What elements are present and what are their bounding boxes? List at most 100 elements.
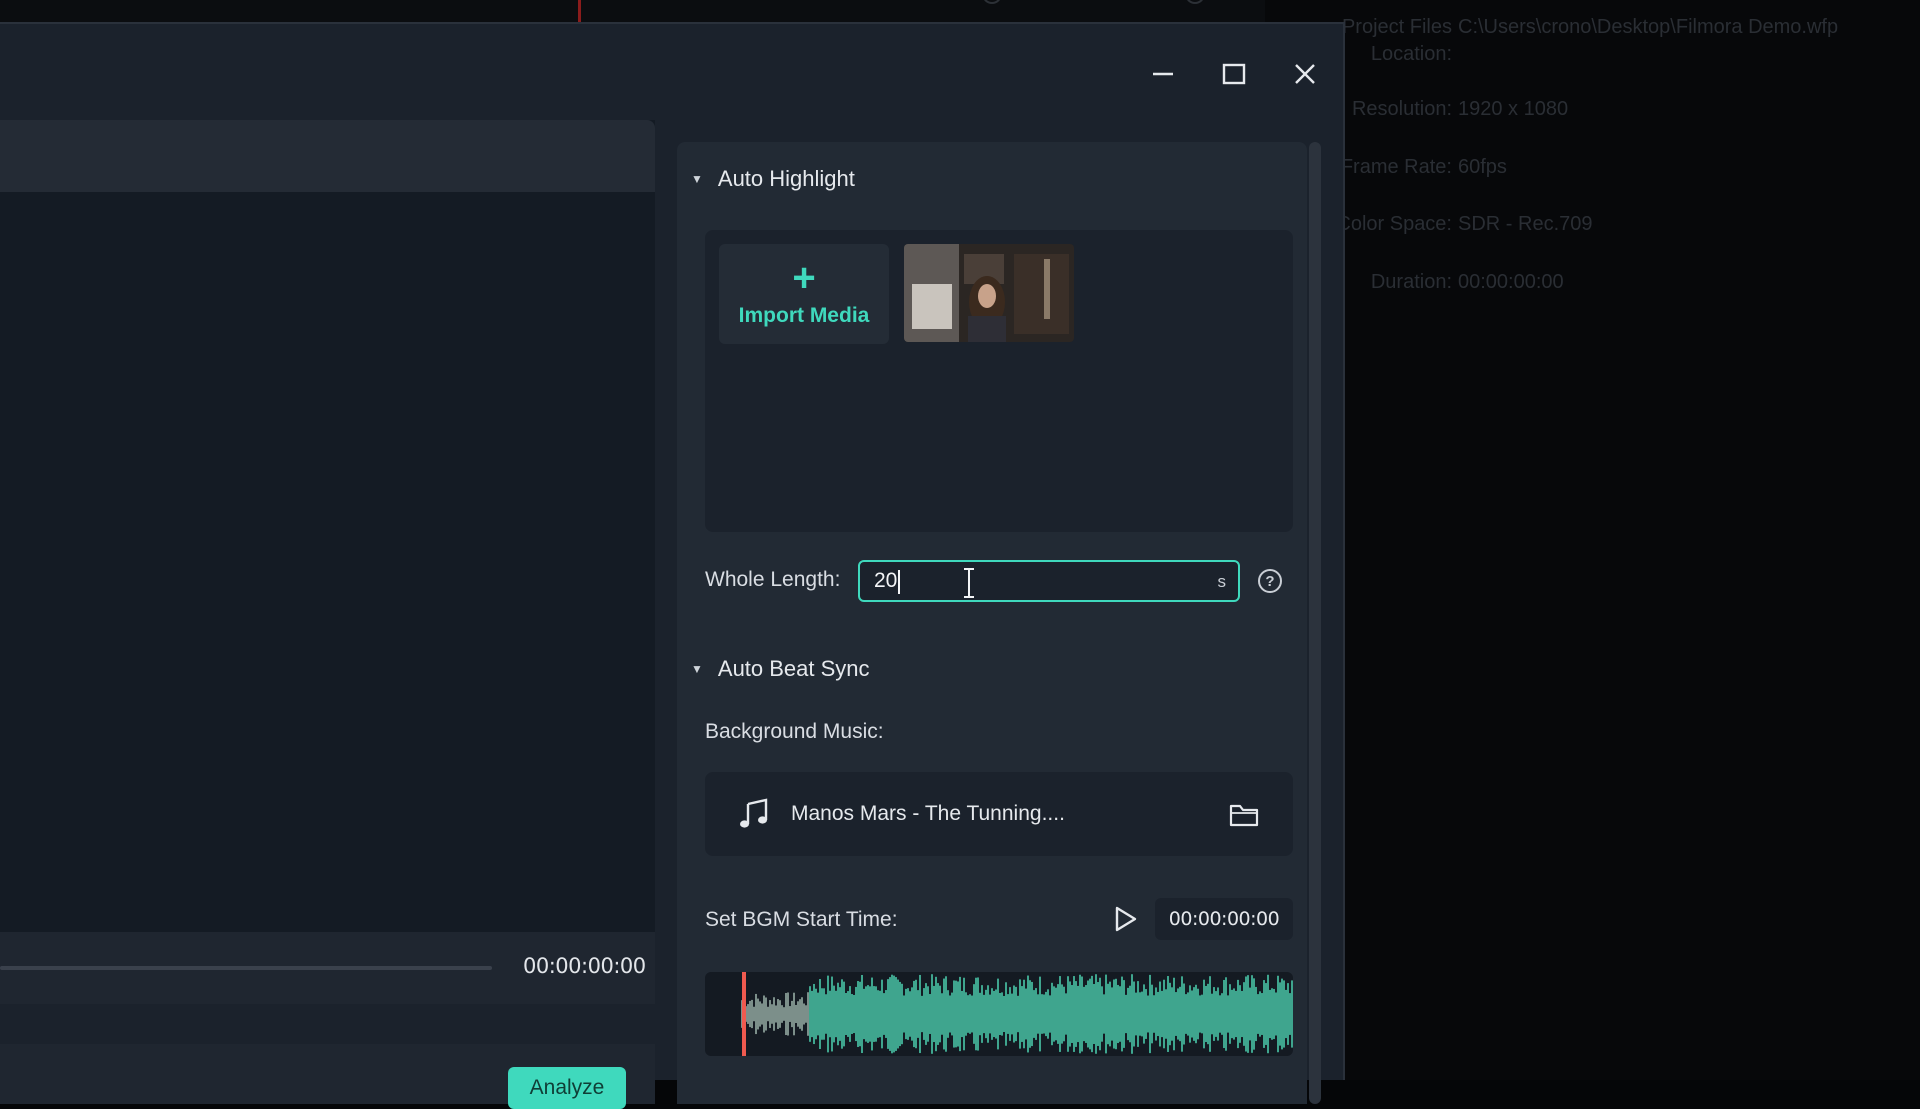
waveform-bar <box>903 995 905 1032</box>
video-thumbnail-image <box>904 244 1074 342</box>
waveform-bar <box>871 978 873 1051</box>
waveform-bar <box>931 974 933 1054</box>
audio-waveform[interactable] <box>705 972 1293 1056</box>
waveform-bar <box>1159 982 1161 1047</box>
waveform-bar <box>1087 981 1089 1048</box>
maximize-button[interactable] <box>1214 54 1254 94</box>
import-media-label: Import Media <box>739 304 870 328</box>
waveform-bar <box>1205 986 1207 1042</box>
waveform-bar <box>753 1007 755 1022</box>
info-value: 00:00:00:00 <box>1458 269 1564 296</box>
waveform-bar <box>921 996 923 1032</box>
waveform-bar <box>1115 979 1117 1049</box>
help-icon[interactable]: ? <box>1258 569 1282 593</box>
waveform-bar <box>1099 978 1101 1050</box>
media-thumbnail[interactable] <box>904 244 1074 342</box>
waveform-bar <box>1187 992 1189 1035</box>
waveform-bar <box>983 995 985 1033</box>
waveform-bar <box>761 1003 763 1024</box>
waveform-bar <box>1167 976 1169 1052</box>
waveform-bar <box>1287 983 1289 1045</box>
waveform-bar <box>1111 987 1113 1040</box>
waveform-bar <box>1163 980 1165 1049</box>
waveform-bar <box>819 979 821 1049</box>
waveform-bar <box>877 990 879 1038</box>
waveform-bar <box>899 982 901 1046</box>
waveform-bar <box>1173 978 1175 1051</box>
waveform-bar <box>807 992 809 1036</box>
waveform-bar <box>927 986 929 1041</box>
waveform-bar <box>1221 993 1223 1035</box>
waveform-bar <box>941 993 943 1035</box>
auto-beat-sync-header[interactable]: ▼ Auto Beat Sync <box>691 656 870 682</box>
whole-length-label: Whole Length: <box>705 568 840 592</box>
waveform-bar <box>1235 991 1237 1037</box>
whole-length-field[interactable]: s <box>858 560 1240 602</box>
waveform-bar <box>1185 994 1187 1034</box>
waveform-bar <box>823 988 825 1039</box>
waveform-bar <box>937 983 939 1045</box>
waveform-bar <box>1101 986 1103 1041</box>
waveform-bar <box>1125 995 1127 1033</box>
waveform-bar <box>881 980 883 1049</box>
waveform-bar <box>1203 980 1205 1049</box>
waveform-bar <box>811 991 813 1037</box>
preview-progress-bar[interactable] <box>0 966 492 970</box>
folder-icon[interactable] <box>1229 802 1259 828</box>
whole-length-input[interactable] <box>874 562 1174 600</box>
waveform-bar <box>803 1004 805 1025</box>
waveform-bar <box>1121 977 1123 1052</box>
analyze-button[interactable]: Analyze <box>508 1067 626 1109</box>
waveform-bar <box>1093 984 1095 1044</box>
close-button[interactable] <box>1285 54 1325 94</box>
waveform-bar <box>977 977 979 1050</box>
waveform-bar <box>1165 989 1167 1038</box>
waveform-bar <box>1049 995 1051 1032</box>
waveform-bar <box>949 995 951 1032</box>
waveform-bar <box>849 986 851 1042</box>
waveform-bar <box>1091 976 1093 1052</box>
waveform-bar <box>1273 989 1275 1039</box>
waveform-bar <box>1251 975 1253 1053</box>
auto-highlight-header[interactable]: ▼ Auto Highlight <box>691 166 855 192</box>
waveform-bar <box>773 997 775 1031</box>
minimize-icon <box>1152 63 1174 85</box>
waveform-bar <box>1281 979 1283 1050</box>
waveform-bar <box>901 984 903 1044</box>
media-box: + Import Media <box>705 230 1293 532</box>
bgm-start-time-field[interactable]: 00:00:00:00 <box>1155 898 1293 940</box>
waveform-bar <box>1045 992 1047 1036</box>
waveform-bar <box>1181 976 1183 1051</box>
play-icon[interactable] <box>1110 904 1140 934</box>
import-media-button[interactable]: + Import Media <box>719 244 889 344</box>
waveform-bar <box>1225 977 1227 1050</box>
waveform-bar <box>1011 994 1013 1035</box>
waveform-bar <box>1261 993 1263 1035</box>
waveform-bar <box>991 988 993 1040</box>
waveform-bar <box>861 975 863 1053</box>
waveform-bar <box>1081 977 1083 1052</box>
waveform-bar <box>883 993 885 1035</box>
waveform-bar <box>953 980 955 1047</box>
waveform-bar <box>1135 993 1137 1036</box>
waveform-bar <box>969 994 971 1034</box>
waveform-bar <box>1199 995 1201 1032</box>
waveform-bar <box>1089 979 1091 1050</box>
waveform-bar <box>1001 992 1003 1035</box>
waveform-bar <box>873 986 875 1042</box>
settings-scrollbar[interactable] <box>1309 142 1321 1104</box>
waveform-bar <box>799 999 801 1029</box>
waveform-bar <box>955 981 957 1048</box>
waveform-bar <box>1157 992 1159 1036</box>
waveform-bar <box>1003 996 1005 1032</box>
waveform-bar <box>1085 985 1087 1043</box>
waveform-bar <box>845 993 847 1035</box>
music-selector[interactable]: Manos Mars - The Tunning.... <box>705 772 1293 856</box>
waveform-bar <box>1035 988 1037 1040</box>
waveform-bar <box>1109 982 1111 1047</box>
waveform-bar <box>805 1005 807 1022</box>
waveform-bar <box>1061 984 1063 1043</box>
minimize-button[interactable] <box>1143 54 1183 94</box>
waveform-playhead[interactable] <box>742 972 746 1056</box>
waveform-bar <box>1243 982 1245 1046</box>
